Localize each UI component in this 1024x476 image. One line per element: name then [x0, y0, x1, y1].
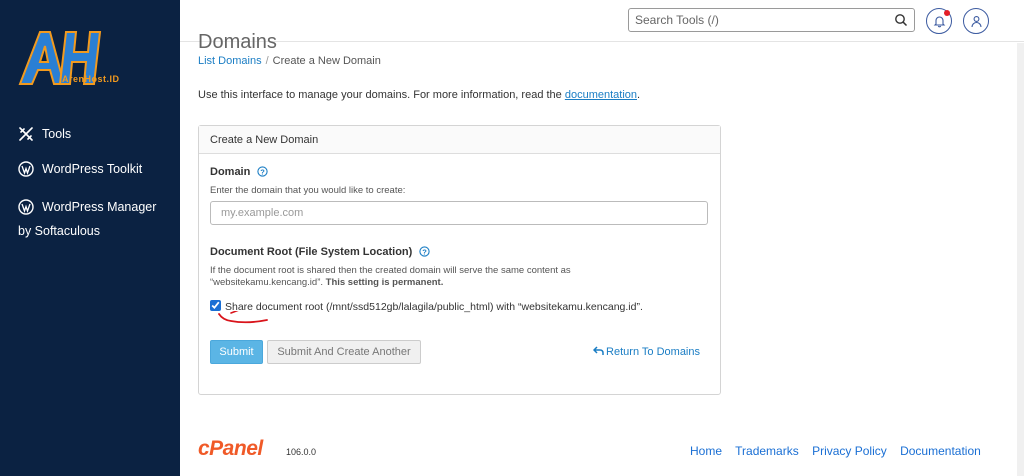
return-arrow-icon — [592, 346, 604, 355]
domain-input[interactable] — [210, 201, 708, 225]
return-to-domains-label: Return To Domains — [606, 346, 700, 358]
help-icon[interactable]: ? — [419, 246, 431, 257]
domain-description: Enter the domain that you would like to … — [210, 185, 406, 196]
svg-text:?: ? — [261, 167, 266, 176]
sidebar-item-sublabel: by Softaculous — [18, 224, 100, 238]
sidebar-item-label: WordPress Toolkit — [42, 162, 143, 176]
page-title: Domains — [198, 31, 277, 53]
sidebar-item-wordpress-toolkit[interactable]: WordPress Toolkit — [0, 161, 180, 177]
sidebar: ArenHost.ID Tools WordPress Toolkit Word… — [0, 0, 180, 476]
top-bar — [180, 0, 1024, 42]
help-icon[interactable]: ? — [257, 166, 269, 177]
intro-text-end: . — [637, 89, 641, 101]
domain-label-text: Domain — [210, 166, 251, 178]
docroot-label: Document Root (File System Location) ? — [210, 246, 431, 258]
footer-links: Home Trademarks Privacy Policy Documenta… — [690, 444, 991, 458]
cpanel-logo[interactable]: cPanel — [198, 437, 263, 461]
scrollbar[interactable] — [1017, 43, 1024, 476]
documentation-link[interactable]: documentation — [565, 89, 637, 101]
user-icon — [971, 16, 982, 28]
breadcrumb: List Domains / Create a New Domain — [198, 55, 381, 67]
docroot-description-line2: “websitekamu.kencang.id”. — [210, 277, 326, 288]
docroot-description: If the document root is shared then the … — [210, 265, 710, 289]
share-docroot-label: Share document root (/mnt/ssd512gb/lalag… — [225, 301, 643, 313]
docroot-permanent-note: This setting is permanent. — [325, 277, 444, 288]
panel-title: Create a New Domain — [199, 126, 720, 154]
create-domain-panel: Create a New Domain Domain ? Enter the d… — [198, 125, 721, 395]
breadcrumb-separator: / — [265, 55, 269, 67]
submit-and-create-another-button[interactable]: Submit And Create Another — [267, 340, 421, 364]
wordpress-icon — [18, 199, 34, 215]
docroot-description-line1: If the document root is shared then the … — [210, 265, 571, 276]
red-annotation-mark — [218, 311, 268, 324]
intro-text: Use this interface to manage your domain… — [198, 89, 640, 101]
sidebar-item-tools[interactable]: Tools — [0, 126, 180, 142]
breadcrumb-current: Create a New Domain — [272, 55, 381, 67]
share-docroot-checkbox[interactable] — [210, 300, 221, 311]
wordpress-icon — [18, 161, 34, 177]
footer-link-privacy-policy[interactable]: Privacy Policy — [812, 444, 887, 458]
search-icon[interactable] — [894, 13, 908, 27]
sidebar-item-label: WordPress Manager — [42, 200, 157, 214]
share-docroot-row[interactable]: Share document root (/mnt/ssd512gb/lalag… — [210, 300, 643, 313]
bell-icon — [933, 16, 946, 28]
logo-text: ArenHost.ID — [62, 74, 120, 84]
sidebar-item-wordpress-manager[interactable]: WordPress Manager by Softaculous — [0, 199, 180, 239]
search-input[interactable] — [629, 9, 879, 31]
footer-link-documentation[interactable]: Documentation — [900, 444, 981, 458]
footer-link-trademarks[interactable]: Trademarks — [735, 444, 799, 458]
footer-link-home[interactable]: Home — [690, 444, 722, 458]
docroot-label-text: Document Root (File System Location) — [210, 246, 413, 258]
intro-text-body: Use this interface to manage your domain… — [198, 89, 565, 101]
user-menu-button[interactable] — [963, 8, 989, 34]
cpanel-version: 106.0.0 — [286, 447, 317, 457]
search-box[interactable] — [628, 8, 915, 32]
return-to-domains-link[interactable]: Return To Domains — [592, 346, 700, 358]
main-content: Domains List Domains / Create a New Domain… — [180, 31, 1024, 476]
sidebar-item-label: Tools — [42, 127, 72, 141]
tools-icon — [18, 126, 34, 142]
submit-button[interactable]: Submit — [210, 340, 263, 364]
sidebar-nav: Tools WordPress Toolkit WordPress Manage… — [0, 118, 180, 238]
notification-dot — [944, 10, 950, 16]
brand-logo[interactable]: ArenHost.ID — [18, 26, 168, 88]
svg-text:?: ? — [423, 247, 428, 256]
breadcrumb-link-list-domains[interactable]: List Domains — [198, 55, 262, 67]
domain-label: Domain ? — [210, 166, 269, 178]
